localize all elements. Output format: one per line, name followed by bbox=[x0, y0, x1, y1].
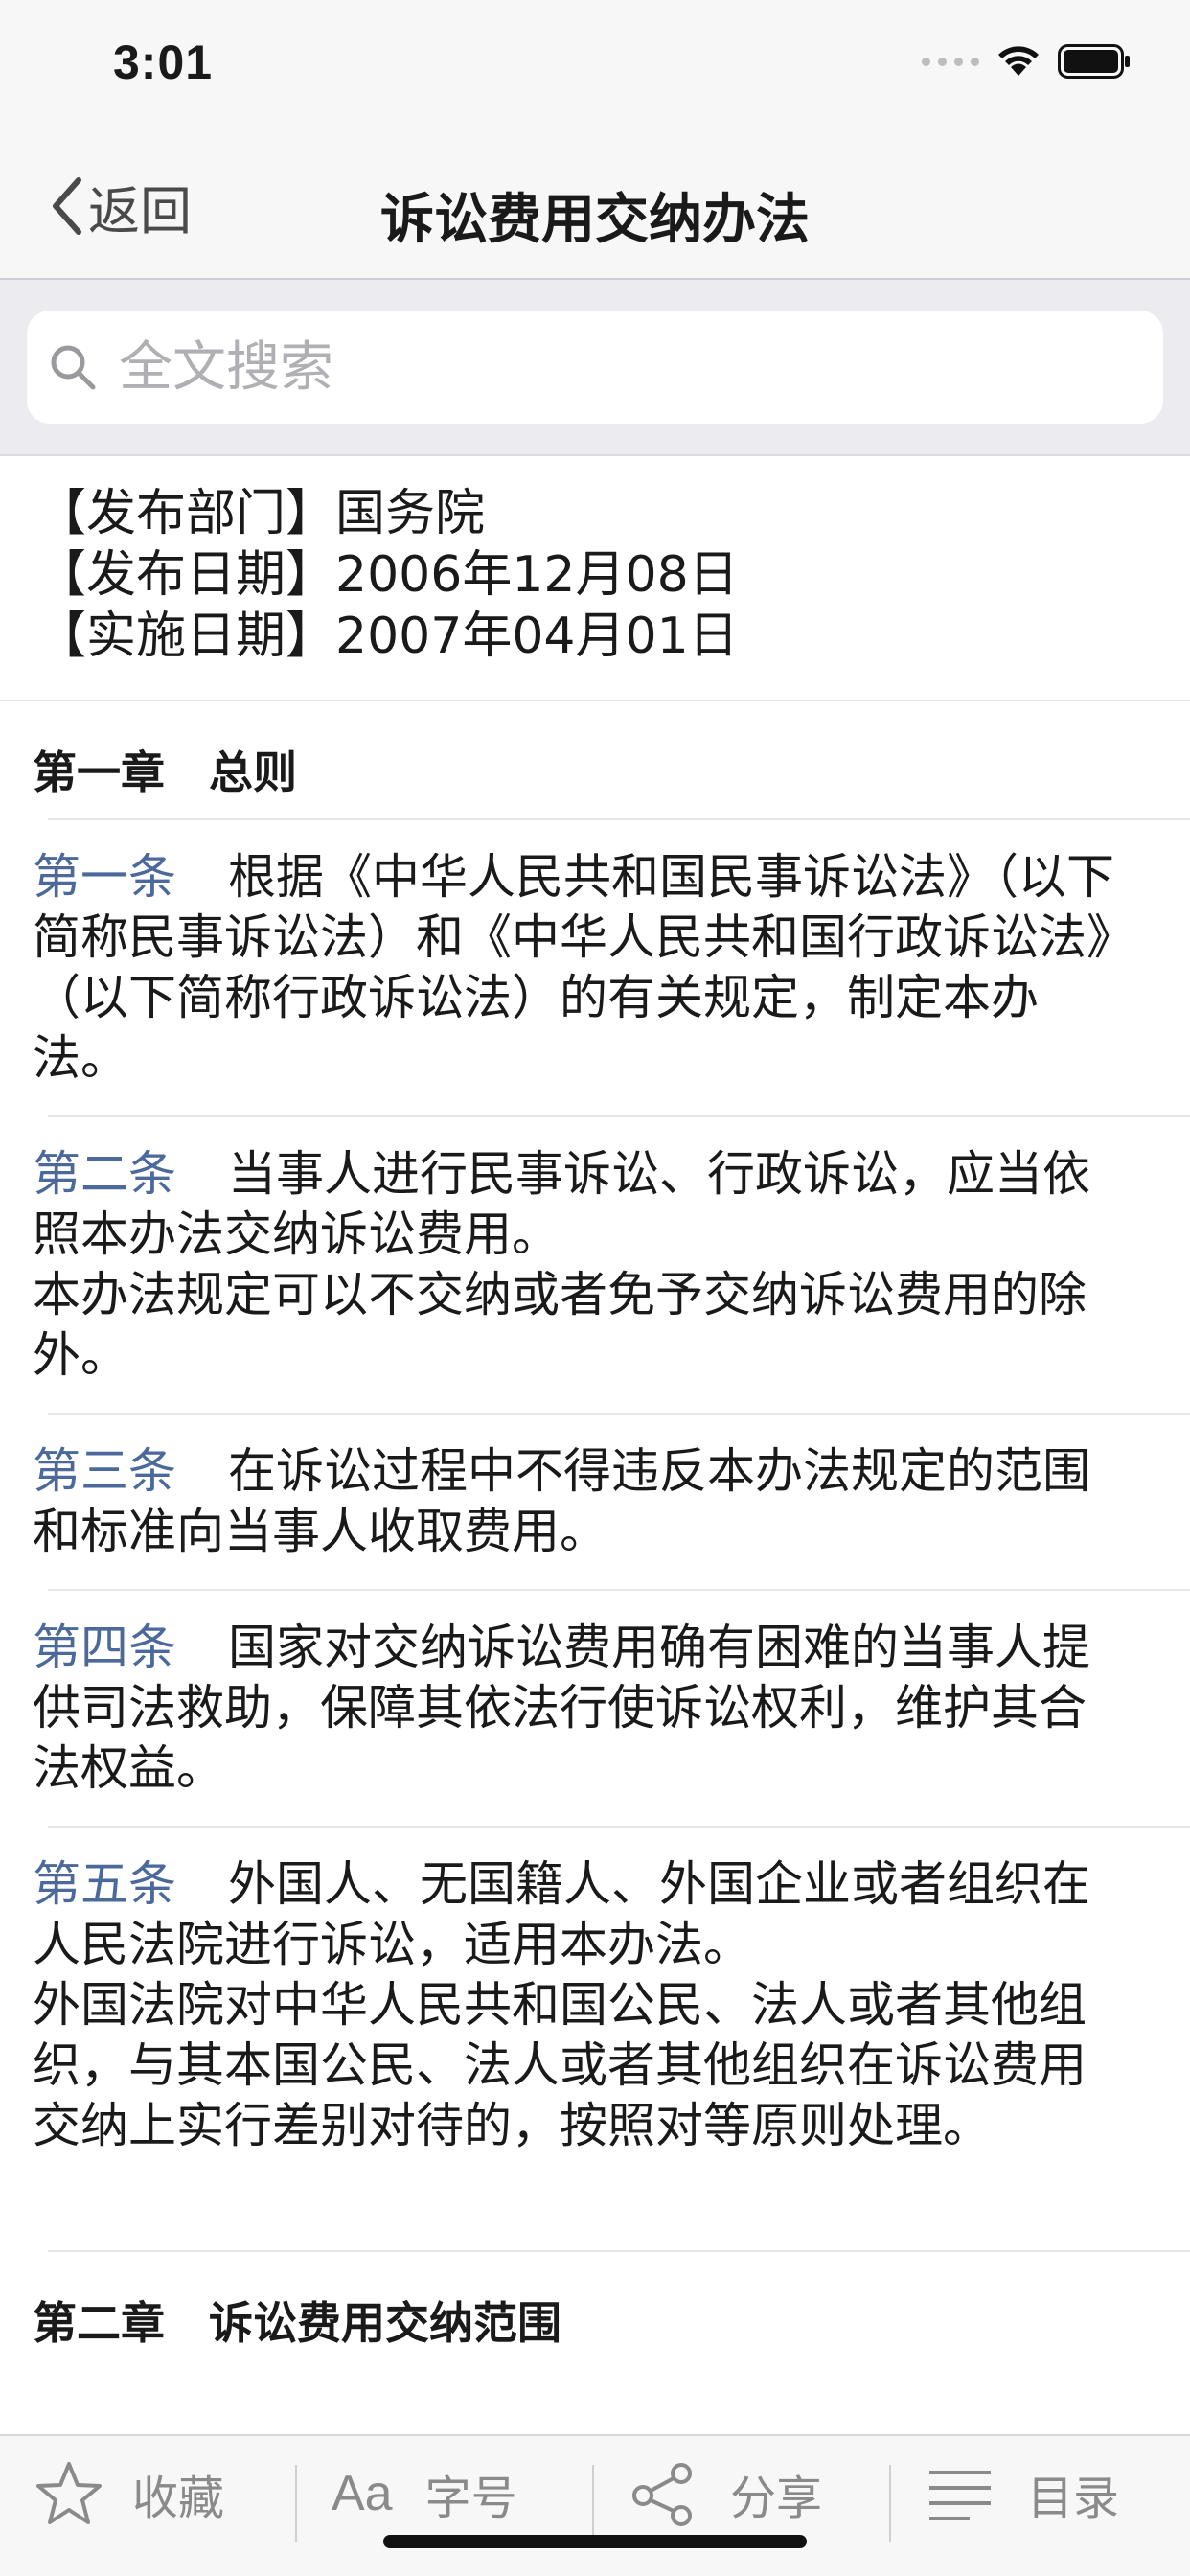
star-icon bbox=[34, 2460, 103, 2527]
article: 第四条 国家对交纳诉讼费用确有困难的当事人提供司法救助，保障其依法行使诉讼权利，维… bbox=[0, 1591, 1190, 1828]
font-size-button[interactable]: Aa 字号 bbox=[297, 2436, 594, 2551]
share-icon bbox=[629, 2460, 698, 2527]
article-label: 第五条 bbox=[33, 1856, 176, 1912]
article-label: 第一条 bbox=[33, 849, 176, 905]
list-icon bbox=[926, 2465, 995, 2522]
article-paragraph: 根据《中华人民共和国民事诉讼法》（以下简称民事诉讼法）和《中华人民共和国行政诉讼… bbox=[33, 849, 1114, 1086]
share-label: 分享 bbox=[730, 2472, 823, 2525]
article-paragraph: 外国人、无国籍人、外国企业或者组织在人民法院进行诉讼，适用本办法。 bbox=[33, 1856, 1090, 1972]
chapter-title: 第一章 总则 bbox=[33, 747, 297, 798]
article-label: 第三条 bbox=[33, 1443, 176, 1499]
chapter-title: 第二章 诉讼费用交纳范围 bbox=[33, 2297, 561, 2349]
status-icons bbox=[922, 44, 1133, 79]
home-indicator bbox=[383, 2535, 807, 2548]
article: 第二条 当事人进行民事诉讼、行政诉讼，应当依照本办法交纳诉讼费用。 本办法规定可以… bbox=[0, 1117, 1190, 1414]
article-text: 第三条 在诉讼过程中不得违反本办法规定的范围和标准向当事人收取费用。 bbox=[33, 1441, 1123, 1562]
law-metadata: 【发布部门】国务院 【发布日期】2006年12月08日 【实施日期】2007年0… bbox=[0, 456, 1190, 702]
article-paragraph: 在诉讼过程中不得违反本办法规定的范围和标准向当事人收取费用。 bbox=[33, 1443, 1090, 1559]
status-time: 3:01 bbox=[113, 35, 214, 89]
chapter-heading: 第一章 总则 bbox=[0, 702, 1190, 820]
toc-label: 目录 bbox=[1027, 2472, 1120, 2525]
navigation-bar: 返回 诉讼费用交纳办法 bbox=[0, 125, 1190, 280]
article-paragraph: 国家对交纳诉讼费用确有困难的当事人提供司法救助，保障其依法行使诉讼权利，维护其合… bbox=[33, 1620, 1090, 1796]
article: 第一条 根据《中华人民共和国民事诉讼法》（以下简称民事诉讼法）和《中华人民共和国行… bbox=[0, 820, 1190, 1117]
table-of-contents-button[interactable]: 目录 bbox=[891, 2436, 1188, 2551]
article-label: 第四条 bbox=[33, 1620, 176, 1675]
article-label: 第二条 bbox=[33, 1146, 176, 1202]
law-content[interactable]: 【发布部门】国务院 【发布日期】2006年12月08日 【实施日期】2007年0… bbox=[0, 456, 1190, 2434]
page-title: 诉讼费用交纳办法 bbox=[380, 189, 810, 251]
share-button[interactable]: 分享 bbox=[594, 2436, 891, 2551]
article: 第三条 在诉讼过程中不得违反本办法规定的范围和标准向当事人收取费用。 bbox=[0, 1414, 1190, 1591]
font-size-label: 字号 bbox=[424, 2472, 517, 2525]
article-text: 第一条 根据《中华人民共和国民事诉讼法》（以下简称民事诉讼法）和《中华人民共和国行… bbox=[33, 847, 1123, 1089]
wifi-icon bbox=[998, 46, 1039, 76]
search-input[interactable] bbox=[119, 335, 1077, 399]
chapter-heading: 第二章 诉讼费用交纳范围 bbox=[0, 2252, 1190, 2371]
font-size-icon: Aa bbox=[332, 2466, 393, 2521]
article-text: 第五条 外国人、无国籍人、外国企业或者组织在人民法院进行诉讼，适用本办法。 bbox=[33, 1854, 1123, 1975]
article-text: 第四条 国家对交纳诉讼费用确有困难的当事人提供司法救助，保障其依法行使诉讼权利，维… bbox=[33, 1618, 1123, 1799]
battery-icon bbox=[1058, 44, 1130, 79]
meta-effective-date: 【实施日期】2007年04月01日 bbox=[36, 608, 739, 665]
status-bar: 3:01 bbox=[0, 0, 1190, 125]
meta-publish-date: 【发布日期】2006年12月08日 bbox=[36, 546, 739, 604]
meta-department: 【发布部门】国务院 bbox=[36, 485, 486, 542]
article: 第五条 外国人、无国籍人、外国企业或者组织在人民法院进行诉讼，适用本办法。 外国法… bbox=[0, 1828, 1190, 2252]
search-bar bbox=[0, 280, 1190, 456]
bottom-toolbar: 收藏 Aa 字号 分享 目录 bbox=[0, 2434, 1190, 2576]
favorite-label: 收藏 bbox=[132, 2472, 225, 2525]
article-text: 第二条 当事人进行民事诉讼、行政诉讼，应当依照本办法交纳诉讼费用。 bbox=[33, 1144, 1123, 1265]
article-paragraph: 外国法院对中华人民共和国公民、法人或者其他组织，与其本国公民、法人或者其他组织在… bbox=[33, 1977, 1087, 2153]
article-paragraph: 当事人进行民事诉讼、行政诉讼，应当依照本办法交纳诉讼费用。 bbox=[33, 1146, 1090, 1262]
search-icon bbox=[51, 345, 96, 390]
search-box[interactable] bbox=[27, 310, 1163, 424]
favorite-button[interactable]: 收藏 bbox=[0, 2436, 297, 2551]
article-paragraph: 本办法规定可以不交纳或者免予交纳诉讼费用的除外。 bbox=[33, 1267, 1087, 1383]
cellular-signal-icon bbox=[922, 57, 979, 66]
